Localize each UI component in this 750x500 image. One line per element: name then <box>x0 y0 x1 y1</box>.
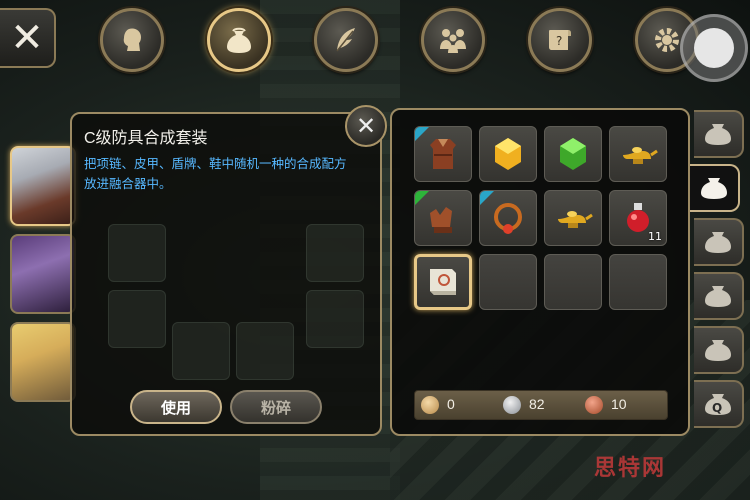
bag-tab-1[interactable] <box>694 110 744 158</box>
magic-lamp-icon <box>558 211 593 228</box>
bag-icon <box>701 178 727 199</box>
smash-button[interactable]: 粉碎 <box>230 390 322 424</box>
magic-lamp-icon <box>623 147 658 164</box>
equipment-slot-bg <box>306 290 364 348</box>
inventory-slot-8[interactable]: 11 <box>609 190 667 246</box>
assistive-touch-button[interactable] <box>680 14 748 82</box>
bag-tab-3[interactable] <box>694 218 744 266</box>
quest-tab-label: Q <box>712 401 722 415</box>
inventory-slot-4[interactable] <box>609 126 667 182</box>
nav-character-button[interactable] <box>100 8 164 72</box>
nav-bag-button[interactable] <box>207 8 271 72</box>
equipment-slot-bg <box>172 322 230 380</box>
inventory-slot-6[interactable] <box>479 190 537 246</box>
party-portrait-1[interactable] <box>10 146 76 226</box>
currency-bar: 0 82 10 <box>414 390 668 420</box>
inventory-slot-3[interactable] <box>544 126 602 182</box>
rarity-marker <box>415 127 429 141</box>
inventory-slot-1[interactable] <box>414 126 472 182</box>
copper-amount: 10 <box>611 396 627 412</box>
bag-icon <box>705 286 731 307</box>
gold-coin-icon <box>421 396 439 414</box>
head-silhouette-icon <box>123 28 141 51</box>
bag-tab-2[interactable] <box>690 164 740 212</box>
gear-icon <box>655 28 679 52</box>
yellow-gem-icon <box>495 138 521 170</box>
item-count: 11 <box>648 230 662 243</box>
nav-skills-button[interactable] <box>314 8 378 72</box>
party-icon <box>440 29 466 53</box>
nav-quests-button[interactable]: ? <box>528 8 592 72</box>
close-icon: ✕ <box>10 15 44 61</box>
rarity-marker <box>480 191 494 205</box>
rarity-marker <box>415 191 429 205</box>
item-description: 把项链、皮甲、盾牌、鞋中随机一种的合成配方放进融合器中。 <box>84 157 347 191</box>
close-menu-button[interactable]: ✕ <box>0 8 56 68</box>
inventory-slot-7[interactable] <box>544 190 602 246</box>
nav-party-button[interactable] <box>421 8 485 72</box>
close-detail-button[interactable]: ✕ <box>345 105 387 147</box>
party-portrait-2[interactable] <box>10 234 76 314</box>
bag-icon <box>705 232 731 253</box>
equipment-slot-bg <box>108 290 166 348</box>
equipment-slot-bg <box>108 224 166 282</box>
bag-tab-4[interactable] <box>694 272 744 320</box>
quest-bag-tab[interactable]: Q <box>694 380 744 428</box>
inventory-slot-10[interactable] <box>479 254 537 310</box>
quest-scroll-icon: ? <box>549 30 571 50</box>
bag-icon <box>705 124 731 145</box>
bag-tab-5[interactable] <box>694 326 744 374</box>
quest-bag-icon: Q <box>705 394 731 415</box>
item-title: C级防具合成套装 <box>84 130 208 147</box>
party-portrait-3[interactable] <box>10 322 76 402</box>
inventory-slot-2[interactable] <box>479 126 537 182</box>
inventory-slot-9[interactable] <box>414 254 472 310</box>
silver-coin-icon <box>503 396 521 414</box>
green-gem-icon <box>560 138 586 170</box>
copper-coin-icon <box>585 396 603 414</box>
feather-icon <box>336 28 355 52</box>
equipment-slot-bg <box>306 224 364 282</box>
equipment-slot-bg <box>236 322 294 380</box>
item-detail-panel: C级防具合成套装 把项链、皮甲、盾牌、鞋中随机一种的合成配方放进融合器中。 <box>70 112 382 436</box>
inventory-slot-12[interactable] <box>609 254 667 310</box>
silver-amount: 82 <box>529 396 545 412</box>
bag-icon <box>227 27 251 53</box>
close-icon: ✕ <box>355 112 377 140</box>
gold-amount: 0 <box>447 396 455 412</box>
watermark: 思特网 <box>594 456 667 481</box>
bag-icon <box>705 340 731 361</box>
scroll-icon <box>430 269 456 295</box>
use-button[interactable]: 使用 <box>130 390 222 424</box>
inventory-slot-11[interactable] <box>544 254 602 310</box>
svg-text:?: ? <box>556 34 562 48</box>
inventory-slot-5[interactable] <box>414 190 472 246</box>
